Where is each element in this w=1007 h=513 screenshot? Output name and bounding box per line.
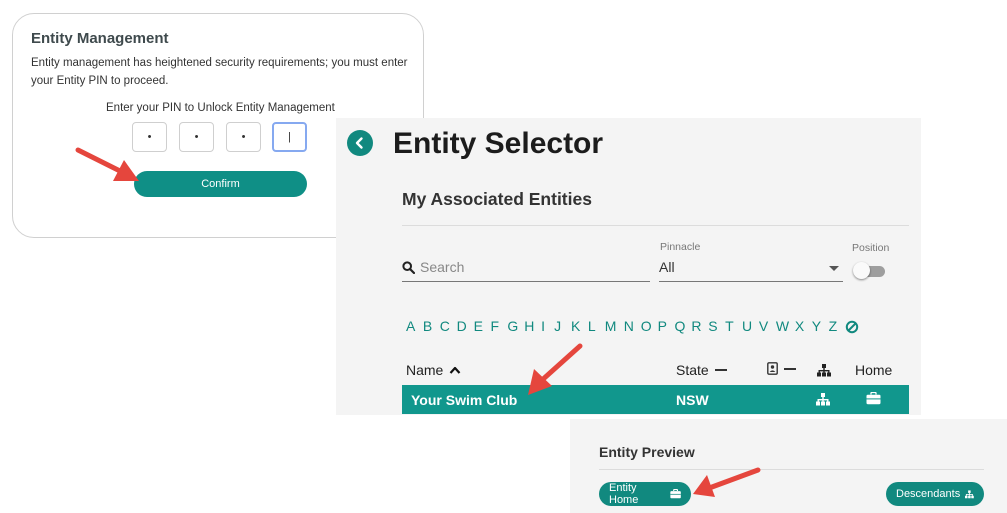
arrow-to-confirm xyxy=(75,147,139,181)
annotation-arrows xyxy=(75,147,761,497)
arrow-to-entity-home xyxy=(693,467,761,497)
arrow-to-row xyxy=(528,343,583,395)
